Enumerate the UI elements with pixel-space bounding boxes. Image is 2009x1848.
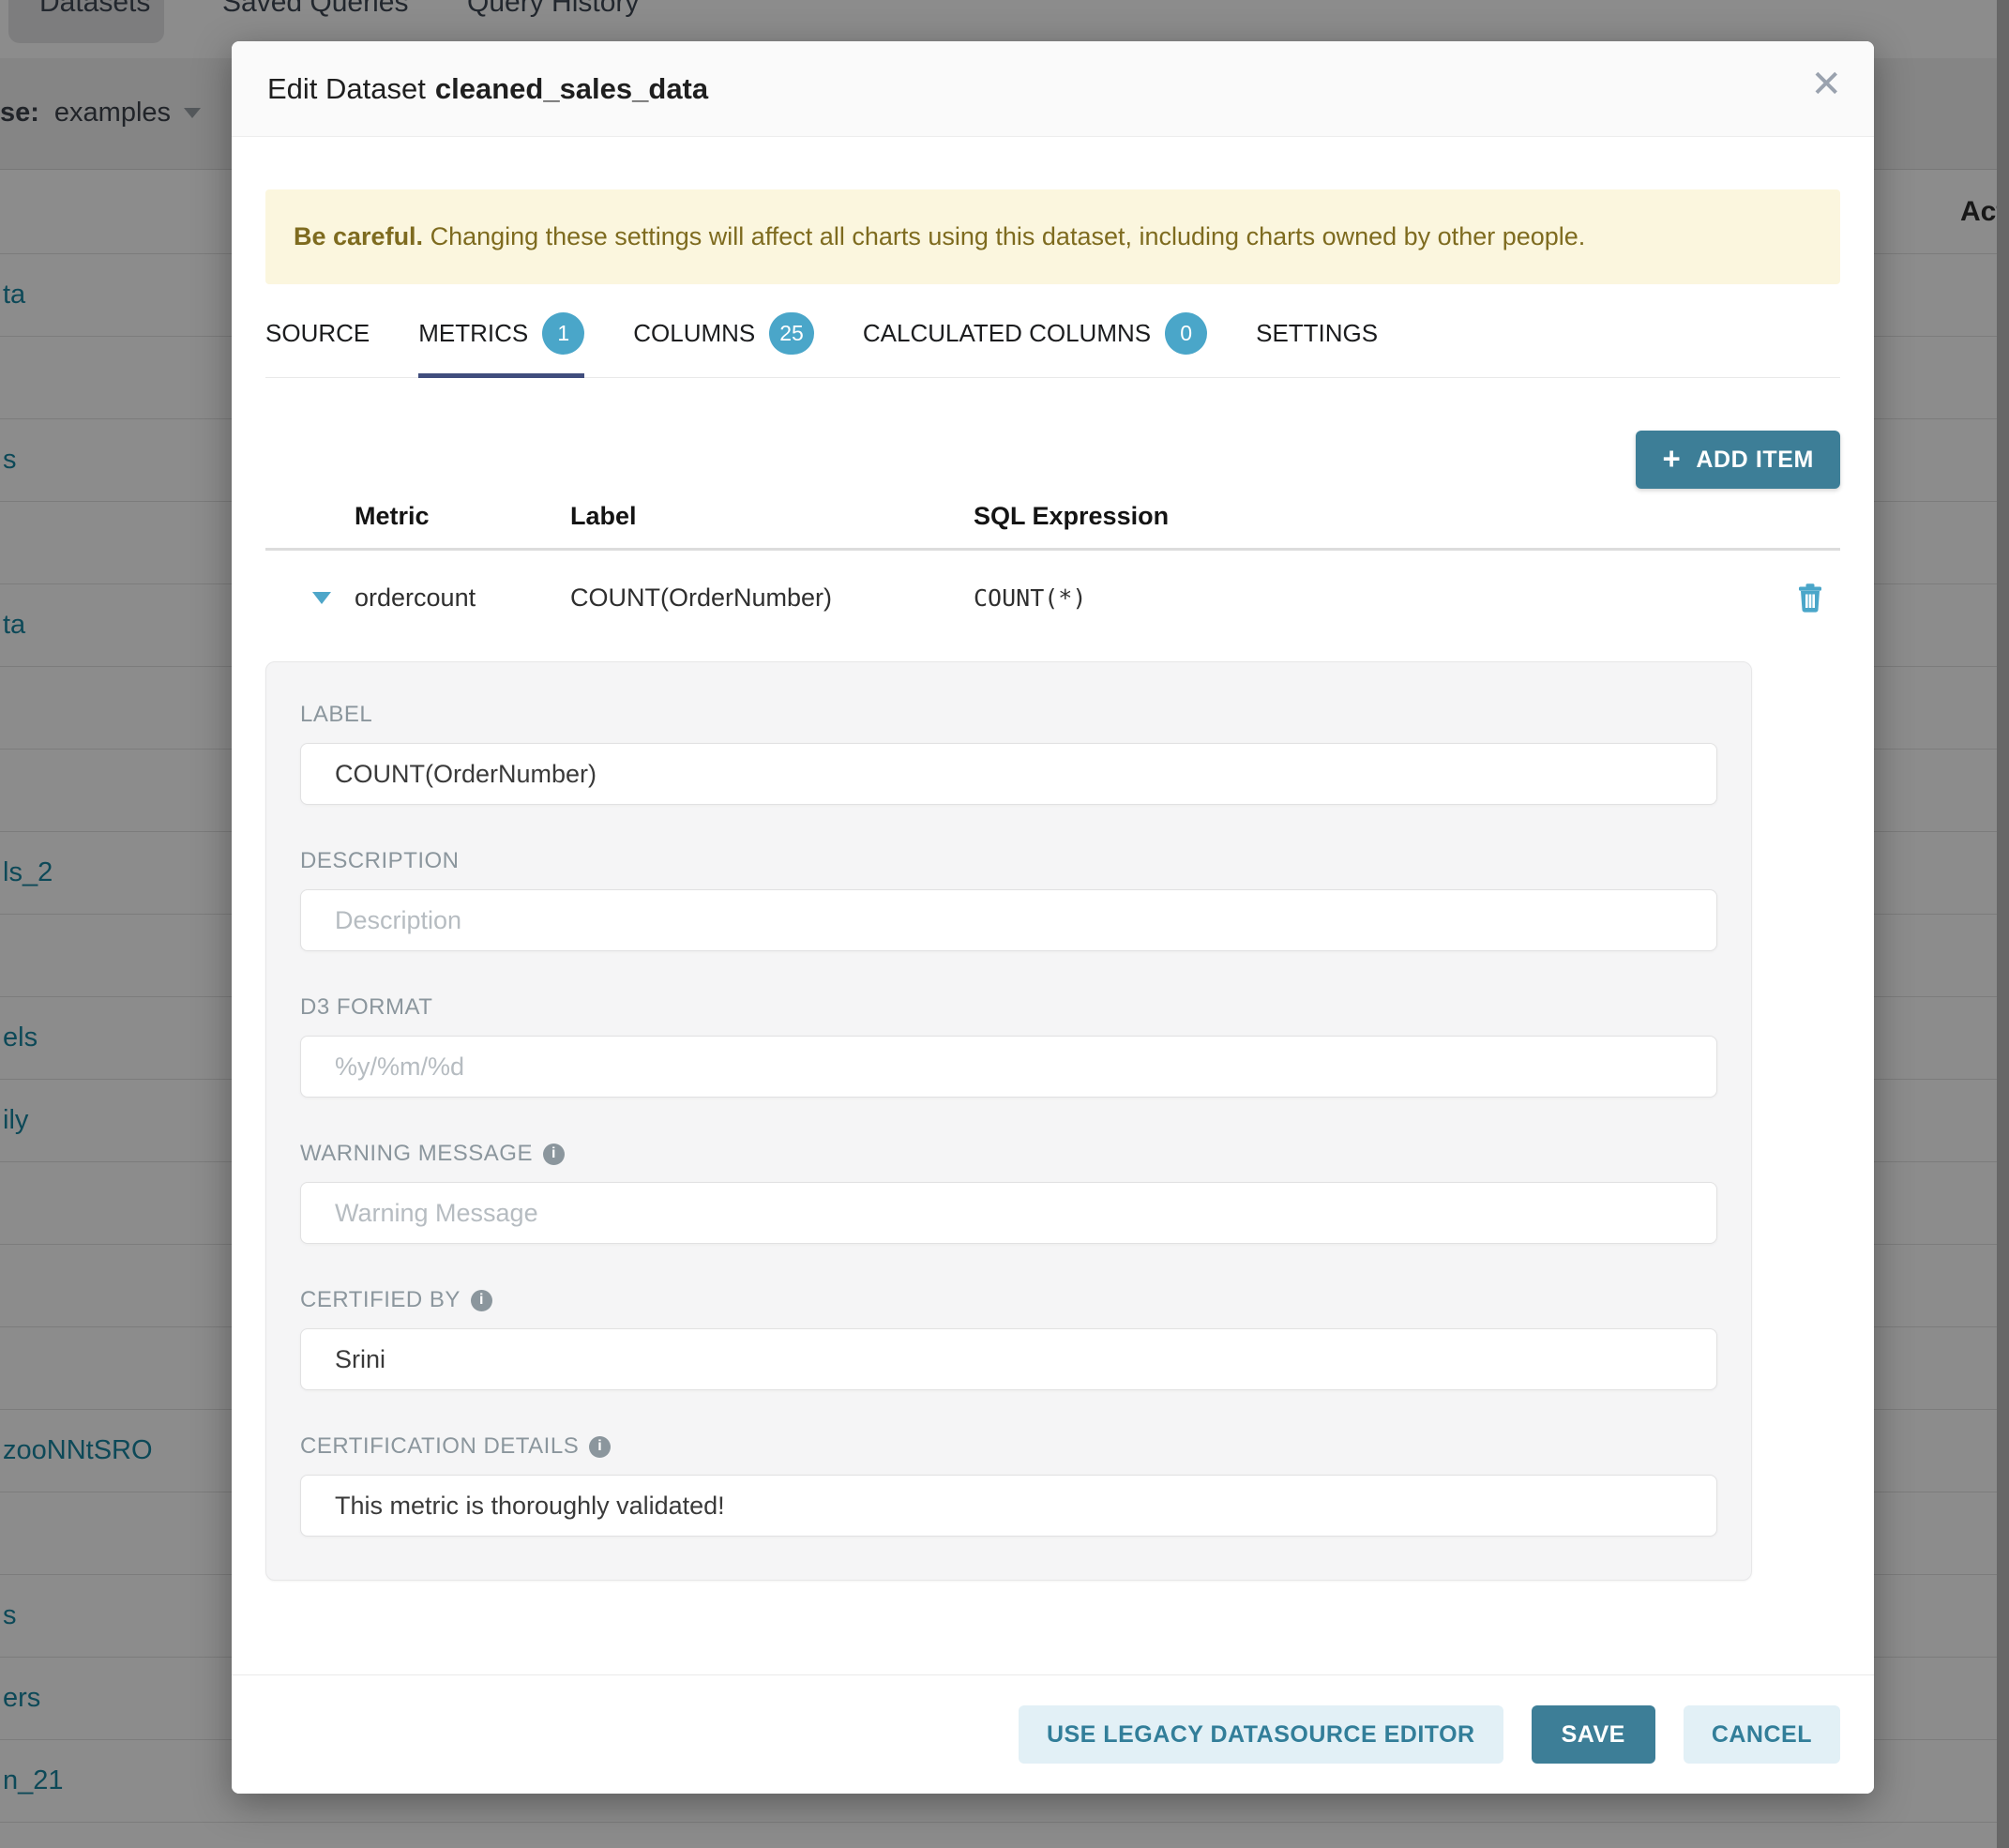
tab-metrics-label: METRICS bbox=[418, 319, 528, 348]
modal-tabs: SOURCE METRICS 1 COLUMNS 25 CALCULATED C… bbox=[265, 312, 1840, 378]
field-description: DESCRIPTION bbox=[300, 848, 1717, 951]
sql-expression-column-header: SQL Expression bbox=[974, 502, 1780, 531]
metric-sql-cell: COUNT(*) bbox=[974, 584, 1780, 612]
tab-metrics[interactable]: METRICS 1 bbox=[418, 312, 584, 377]
add-item-row: + ADD ITEM bbox=[265, 431, 1840, 489]
modal-title-dataset-name: cleaned_sales_data bbox=[435, 72, 708, 106]
tab-calculated-columns-badge: 0 bbox=[1165, 312, 1207, 355]
tab-source-label: SOURCE bbox=[265, 319, 370, 348]
label-field-caption: LABEL bbox=[300, 702, 372, 728]
certified-by-field-caption: CERTIFIED BY bbox=[300, 1287, 461, 1313]
metric-label-cell: COUNT(OrderNumber) bbox=[570, 583, 974, 613]
metric-row: ordercount COUNT(OrderNumber) COUNT(*) bbox=[265, 551, 1840, 644]
d3-format-field-caption: D3 FORMAT bbox=[300, 994, 432, 1021]
warning-banner: Be careful. Changing these settings will… bbox=[265, 189, 1840, 284]
tab-calculated-columns[interactable]: CALCULATED COLUMNS 0 bbox=[863, 312, 1207, 377]
save-button[interactable]: SAVE bbox=[1532, 1705, 1655, 1764]
info-icon[interactable]: i bbox=[543, 1144, 565, 1165]
info-icon[interactable]: i bbox=[589, 1436, 611, 1458]
trash-icon bbox=[1797, 583, 1823, 613]
label-input[interactable] bbox=[300, 743, 1717, 805]
warning-message-input[interactable] bbox=[300, 1182, 1717, 1244]
info-icon[interactable]: i bbox=[471, 1290, 492, 1311]
close-icon[interactable]: ✕ bbox=[1810, 66, 1842, 103]
warning-message-field-caption: WARNING MESSAGE bbox=[300, 1141, 533, 1167]
add-item-button[interactable]: + ADD ITEM bbox=[1636, 431, 1840, 489]
field-certified-by: CERTIFIED BY i bbox=[300, 1287, 1717, 1390]
tab-columns-label: COLUMNS bbox=[633, 319, 755, 348]
field-label: LABEL bbox=[300, 702, 1717, 805]
tab-calculated-columns-label: CALCULATED COLUMNS bbox=[863, 319, 1151, 348]
edit-dataset-modal: Edit Dataset cleaned_sales_data ✕ Be car… bbox=[232, 41, 1874, 1794]
warning-banner-text: Changing these settings will affect all … bbox=[423, 222, 1585, 250]
certified-by-input[interactable] bbox=[300, 1328, 1717, 1390]
metrics-table-header: Metric Label SQL Expression bbox=[265, 502, 1840, 551]
tab-source[interactable]: SOURCE bbox=[265, 312, 370, 377]
description-input[interactable] bbox=[300, 889, 1717, 951]
d3-format-input[interactable] bbox=[300, 1036, 1717, 1098]
certification-details-input[interactable] bbox=[300, 1475, 1717, 1537]
metric-column-header: Metric bbox=[355, 502, 570, 531]
active-tab-indicator bbox=[418, 373, 584, 378]
label-column-header: Label bbox=[570, 502, 974, 531]
tab-settings[interactable]: SETTINGS bbox=[1256, 312, 1378, 377]
modal-title-prefix: Edit Dataset bbox=[267, 72, 426, 106]
warning-banner-bold: Be careful. bbox=[294, 222, 423, 250]
certification-details-field-caption: CERTIFICATION DETAILS bbox=[300, 1433, 579, 1460]
modal-footer: USE LEGACY DATASOURCE EDITOR SAVE CANCEL bbox=[232, 1674, 1874, 1794]
metric-detail-panel: LABEL DESCRIPTION D3 FORMAT WARNING MESS… bbox=[265, 661, 1752, 1581]
field-warning-message: WARNING MESSAGE i bbox=[300, 1141, 1717, 1244]
cancel-button[interactable]: CANCEL bbox=[1684, 1705, 1840, 1764]
use-legacy-datasource-editor-button[interactable]: USE LEGACY DATASOURCE EDITOR bbox=[1019, 1705, 1503, 1764]
collapse-caret-icon[interactable] bbox=[312, 592, 331, 604]
modal-header: Edit Dataset cleaned_sales_data bbox=[232, 41, 1874, 137]
tab-metrics-badge: 1 bbox=[542, 312, 584, 355]
add-item-label: ADD ITEM bbox=[1696, 447, 1814, 474]
field-d3-format: D3 FORMAT bbox=[300, 994, 1717, 1098]
tab-columns-badge: 25 bbox=[769, 312, 814, 355]
modal-body: Be careful. Changing these settings will… bbox=[232, 189, 1874, 1581]
tab-settings-label: SETTINGS bbox=[1256, 319, 1378, 348]
description-field-caption: DESCRIPTION bbox=[300, 848, 460, 874]
metric-name-cell: ordercount bbox=[355, 583, 570, 613]
plus-icon: + bbox=[1662, 441, 1681, 477]
tab-columns[interactable]: COLUMNS 25 bbox=[633, 312, 814, 377]
delete-metric-button[interactable] bbox=[1797, 583, 1823, 613]
field-certification-details: CERTIFICATION DETAILS i bbox=[300, 1433, 1717, 1537]
